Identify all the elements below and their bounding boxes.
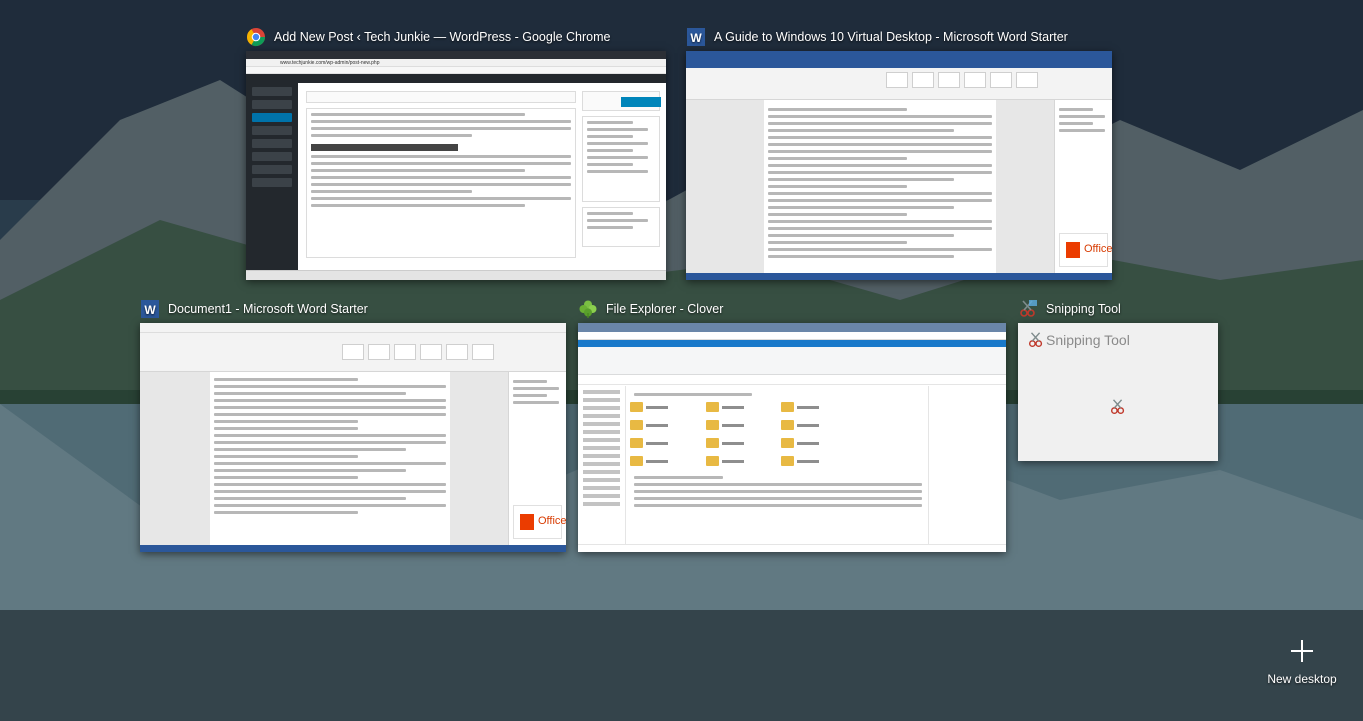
window-title-file-explorer[interactable]: File Explorer - Clover xyxy=(578,296,723,322)
chrome-icon xyxy=(246,27,266,47)
window-thumbnail-file-explorer[interactable] xyxy=(578,323,1006,552)
taskbar-strip xyxy=(246,270,666,280)
bookmarks-bar xyxy=(246,67,666,74)
explorer-preview-pane xyxy=(928,386,1006,544)
snipping-tool-icon xyxy=(1026,330,1046,350)
office-logo-icon xyxy=(520,514,534,530)
snipping-tool-icon xyxy=(1108,397,1128,417)
word-document-canvas xyxy=(140,372,566,545)
word-side-pane: Office xyxy=(1054,100,1112,273)
explorer-address-bar xyxy=(578,375,1006,385)
office-ad-text: Office xyxy=(538,515,566,527)
window-word-document1[interactable]: W Document1 - Microsoft Word Starter Off… xyxy=(140,296,566,552)
word-ribbon xyxy=(686,68,1112,100)
word-title-bar xyxy=(686,51,1112,61)
word-title-bar xyxy=(140,323,566,333)
word-document-canvas xyxy=(686,100,1112,273)
address-bar: www.techjunkie.com/wp-admin/post-new.php xyxy=(246,59,666,67)
svg-text:W: W xyxy=(144,303,156,317)
word-icon: W xyxy=(686,27,706,47)
explorer-menu-bar xyxy=(578,340,1006,347)
word-ribbon xyxy=(140,340,566,372)
window-thumbnail-word-guide[interactable]: Office xyxy=(686,51,1112,280)
office-ad: Office xyxy=(1059,233,1112,267)
window-title-text: Add New Post ‹ Tech Junkie — WordPress -… xyxy=(274,30,611,44)
window-file-explorer[interactable]: File Explorer - Clover xyxy=(578,296,1006,552)
wp-publish-panel xyxy=(582,91,661,266)
window-title-snipping-tool[interactable]: Snipping Tool xyxy=(1018,296,1121,322)
clover-tab-strip xyxy=(578,323,1006,332)
plus-icon xyxy=(1291,640,1313,662)
new-desktop-label: New desktop xyxy=(1267,672,1337,686)
wp-admin-sidebar xyxy=(246,83,298,280)
word-side-pane: Office xyxy=(508,372,566,545)
office-ad-text: Office xyxy=(1084,243,1112,255)
window-title-chrome[interactable]: Add New Post ‹ Tech Junkie — WordPress -… xyxy=(246,24,610,50)
explorer-status-bar xyxy=(578,544,1006,552)
explorer-navigation-pane xyxy=(578,386,626,544)
word-status-bar xyxy=(686,273,1112,280)
explorer-title-bar xyxy=(578,332,1006,340)
snipping-tool-inner-title: Snipping Tool xyxy=(1046,332,1130,348)
word-ribbon-tabs xyxy=(140,333,566,340)
new-desktop-button[interactable]: New desktop xyxy=(1262,640,1342,700)
clover-icon xyxy=(578,299,598,319)
window-thumbnail-word-document1[interactable]: Office xyxy=(140,323,566,552)
window-title-text: Document1 - Microsoft Word Starter xyxy=(168,302,368,316)
browser-tab-strip xyxy=(246,51,666,59)
window-title-word-guide[interactable]: W A Guide to Windows 10 Virtual Desktop … xyxy=(686,24,1068,50)
window-chrome[interactable]: Add New Post ‹ Tech Junkie — WordPress -… xyxy=(246,24,666,280)
window-title-text: Snipping Tool xyxy=(1046,302,1121,316)
window-thumbnail-chrome[interactable]: www.techjunkie.com/wp-admin/post-new.php xyxy=(246,51,666,280)
window-title-text: File Explorer - Clover xyxy=(606,302,724,316)
office-logo-icon xyxy=(1066,242,1080,258)
window-word-guide[interactable]: W A Guide to Windows 10 Virtual Desktop … xyxy=(686,24,1112,280)
snipping-tool-icon xyxy=(1018,299,1038,319)
word-status-bar xyxy=(140,545,566,552)
window-title-word-document1[interactable]: W Document1 - Microsoft Word Starter xyxy=(140,296,368,322)
explorer-ribbon xyxy=(578,347,1006,375)
svg-text:W: W xyxy=(690,31,702,45)
wp-post-editor xyxy=(306,91,576,266)
word-icon: W xyxy=(140,299,160,319)
explorer-quick-access xyxy=(630,389,926,544)
word-ribbon-tabs xyxy=(686,61,1112,68)
office-ad: Office xyxy=(513,505,566,539)
window-snipping-tool[interactable]: Snipping Tool Snipping Tool xyxy=(1018,296,1218,462)
window-thumbnail-snipping-tool[interactable]: Snipping Tool xyxy=(1018,323,1218,461)
window-title-text: A Guide to Windows 10 Virtual Desktop - … xyxy=(714,30,1068,44)
wp-admin-bar xyxy=(246,74,666,83)
